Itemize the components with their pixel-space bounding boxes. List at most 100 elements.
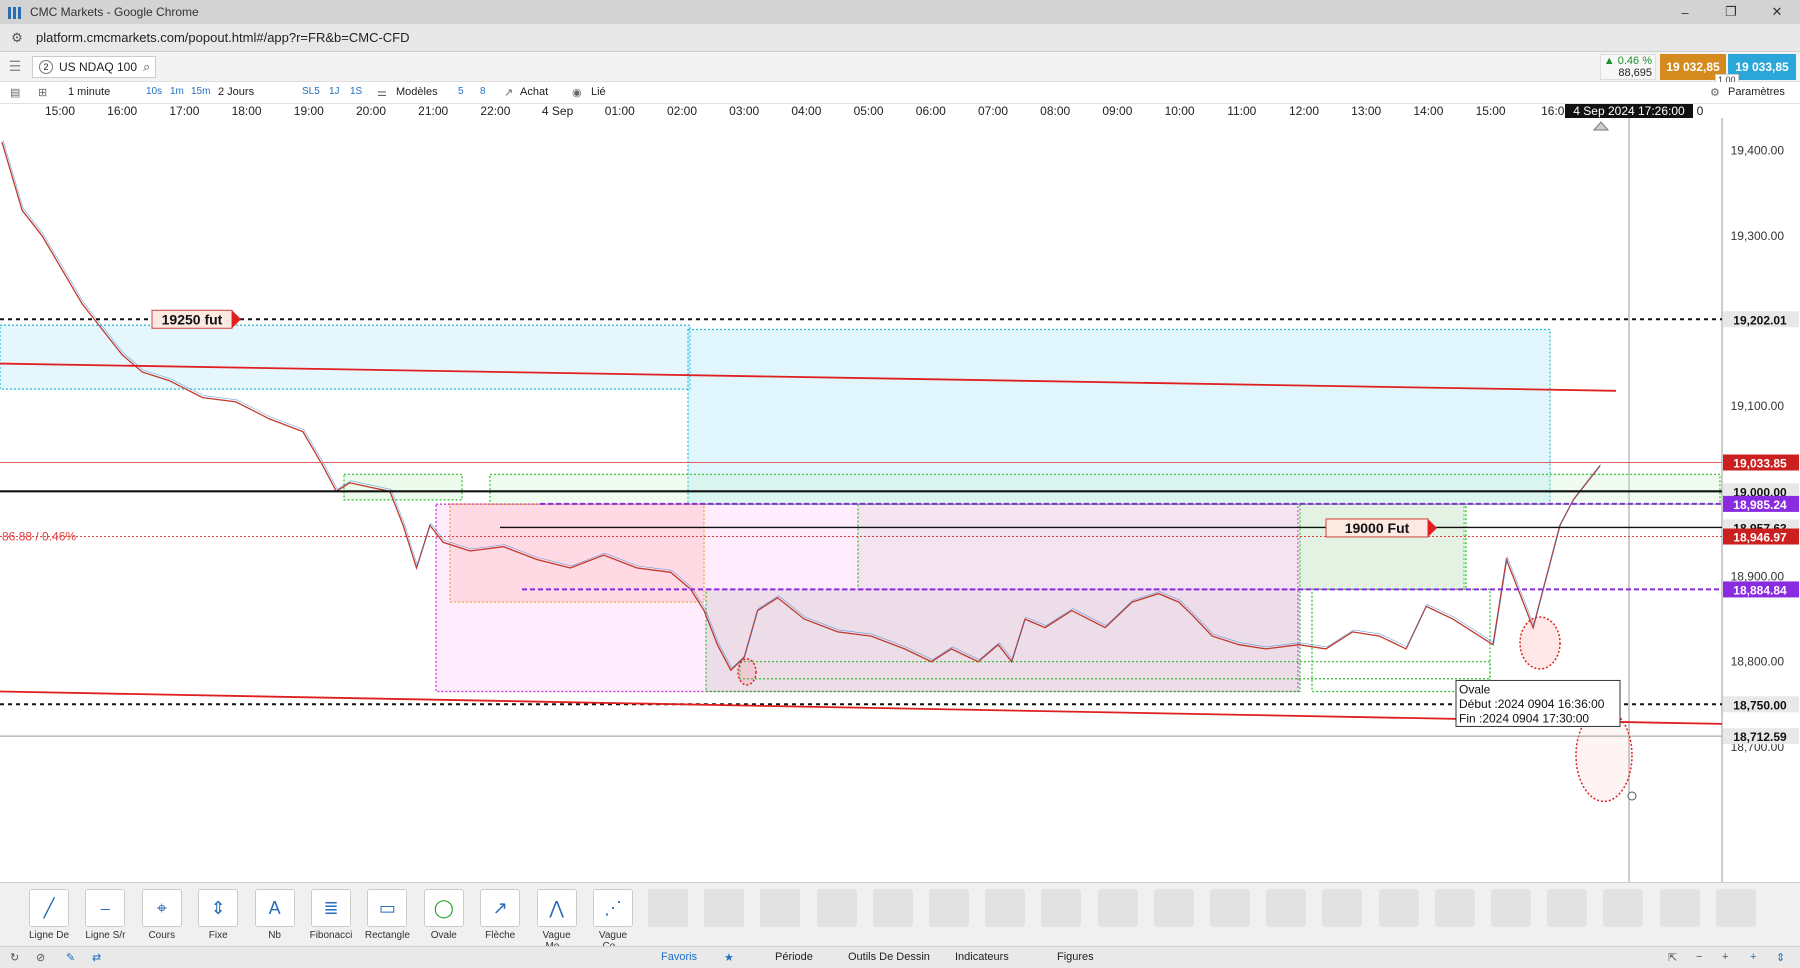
empty-tool-slot[interactable] bbox=[648, 889, 688, 927]
time-tick-label: 07:00 bbox=[978, 104, 1008, 118]
tab-outils-dessin[interactable]: Outils De Dessin bbox=[848, 951, 930, 963]
empty-tool-slot[interactable] bbox=[1659, 889, 1700, 927]
settings-icon[interactable]: ⚙ bbox=[1710, 86, 1720, 99]
tool-10[interactable]: ⋀Vague Mo... bbox=[532, 889, 582, 952]
empty-tool-slot[interactable] bbox=[1547, 889, 1588, 927]
tool-7[interactable]: ▭ Rectangle bbox=[362, 889, 412, 941]
trend-line-icon[interactable]: ╱ bbox=[29, 889, 69, 927]
empty-tool-slot[interactable] bbox=[760, 889, 801, 927]
time-tick-label: 02:00 bbox=[667, 104, 697, 118]
oval-drawing bbox=[1519, 616, 1561, 670]
empty-tool-slot[interactable] bbox=[985, 889, 1026, 927]
layout-grid-icon[interactable]: ⊞ bbox=[38, 86, 47, 99]
link-button[interactable]: Lié bbox=[591, 86, 606, 98]
sl5-button[interactable]: SL5 bbox=[302, 86, 320, 97]
minimize-button[interactable]: – bbox=[1662, 0, 1708, 24]
pan-icon[interactable]: ⇕ bbox=[1776, 951, 1785, 964]
empty-tool-slot[interactable] bbox=[1210, 889, 1250, 927]
fixed-icon[interactable]: ⇕ bbox=[198, 889, 239, 927]
range-select[interactable]: 2 Jours bbox=[218, 86, 254, 98]
interval-select[interactable]: 1 minute bbox=[68, 86, 110, 98]
empty-tool-slot[interactable] bbox=[1603, 889, 1644, 927]
tab-indicateurs[interactable]: Indicateurs bbox=[955, 951, 1009, 963]
empty-tool-slot[interactable] bbox=[1378, 889, 1419, 927]
url-text[interactable]: platform.cmcmarkets.com/popout.html#/app… bbox=[36, 30, 410, 45]
chart-list-icon[interactable]: ▤ bbox=[10, 86, 20, 99]
text-icon[interactable]: A bbox=[254, 889, 295, 927]
empty-tool-slot[interactable] bbox=[704, 889, 745, 927]
tooltip-line: Fin :2024 0904 17:30:00 bbox=[1459, 711, 1589, 725]
menu-icon[interactable]: ☰ bbox=[4, 58, 26, 76]
price-chart[interactable]: 15:00 16:00 17:00 18:00 19:00 20:00 21:00 22:00… bbox=[0, 104, 1800, 882]
count-5[interactable]: 5 bbox=[458, 86, 464, 97]
price-tag-label: 18,750.00 bbox=[1733, 698, 1787, 712]
interval-10s[interactable]: 10s bbox=[146, 86, 162, 97]
zoom-out-icon[interactable]: − bbox=[1696, 951, 1702, 963]
buy-mode-button[interactable]: Achat bbox=[520, 86, 548, 98]
tool-1[interactable]: ╱Ligne De ... bbox=[24, 889, 74, 952]
crosshair-icon[interactable]: + bbox=[1750, 951, 1756, 963]
arrow-icon[interactable]: ↗ bbox=[480, 889, 521, 927]
time-tick-label: 19:00 bbox=[294, 104, 324, 118]
chart-svg[interactable]: 15:00 16:00 17:00 18:00 19:00 20:00 21:00 22:00… bbox=[0, 104, 1800, 882]
star-icon[interactable]: ★ bbox=[724, 951, 734, 964]
time-tick-label: 01:00 bbox=[605, 104, 635, 118]
empty-tool-slot[interactable] bbox=[1266, 889, 1307, 927]
tool-5[interactable]: A Nb bbox=[250, 889, 300, 941]
site-info-icon[interactable]: ⚙ bbox=[4, 30, 30, 46]
pencil-icon[interactable]: ✎ bbox=[66, 951, 75, 964]
empty-tool-slot[interactable] bbox=[872, 889, 913, 927]
tool-label: Nb bbox=[268, 930, 281, 941]
interval-15m[interactable]: 15m bbox=[191, 86, 210, 97]
maximize-button[interactable]: ❐ bbox=[1708, 0, 1754, 24]
price-tag: 19,033.85 bbox=[1723, 454, 1799, 471]
block-icon[interactable]: ⊘ bbox=[36, 951, 45, 964]
tool-3[interactable]: ⌖ Cours bbox=[137, 889, 187, 941]
drawing-rectangle bbox=[1299, 503, 1467, 590]
instrument-tab[interactable]: 2 US NDAQ 100 ⌕ bbox=[32, 56, 156, 78]
1s-button[interactable]: 1S bbox=[350, 86, 362, 97]
fibonacci-icon[interactable]: ≣ bbox=[311, 889, 351, 927]
empty-tool-slot[interactable] bbox=[1041, 889, 1082, 927]
settings-button[interactable]: Paramètres bbox=[1728, 86, 1785, 98]
wave-icon[interactable]: ⋰ bbox=[593, 889, 633, 927]
fit-icon[interactable]: ⇱ bbox=[1668, 951, 1677, 964]
empty-tool-slot[interactable] bbox=[1434, 889, 1475, 927]
magnet-icon[interactable]: ⇄ bbox=[92, 951, 101, 964]
oval-drawing bbox=[737, 658, 757, 686]
annotation-label: 19250 fut bbox=[162, 311, 223, 327]
interval-1m[interactable]: 1m bbox=[170, 86, 184, 97]
wave-icon[interactable]: ⋀ bbox=[536, 889, 577, 927]
count-8[interactable]: 8 bbox=[480, 86, 486, 97]
empty-tool-slot[interactable] bbox=[1715, 889, 1756, 927]
tool-11[interactable]: ⋰Vague Co... bbox=[588, 889, 638, 952]
address-bar[interactable]: ⚙ platform.cmcmarkets.com/popout.html#/a… bbox=[0, 24, 1800, 52]
templates-button[interactable]: Modèles bbox=[396, 86, 438, 98]
empty-tool-slot[interactable] bbox=[816, 889, 857, 927]
search-icon[interactable]: ⌕ bbox=[143, 59, 150, 75]
empty-tool-slot[interactable] bbox=[929, 889, 969, 927]
close-button[interactable]: ✕ bbox=[1754, 0, 1800, 24]
empty-tool-slot[interactable] bbox=[1153, 889, 1194, 927]
rectangle-icon[interactable]: ▭ bbox=[367, 889, 408, 927]
tool-9[interactable]: ↗ Flèche bbox=[475, 889, 525, 941]
refresh-icon[interactable]: ↻ bbox=[10, 951, 19, 964]
tab-favoris[interactable]: Favoris bbox=[661, 951, 697, 963]
zoom-in-icon[interactable]: + bbox=[1722, 951, 1728, 963]
oval-icon[interactable]: ◯ bbox=[423, 889, 464, 927]
sr-line-icon[interactable]: ⎯ bbox=[85, 889, 126, 927]
tool-4[interactable]: ⇕ Fixe bbox=[193, 889, 243, 941]
tool-2[interactable]: ⎯ Ligne S/r bbox=[80, 889, 130, 941]
tab-periode[interactable]: Période bbox=[775, 951, 813, 963]
empty-tool-slot[interactable] bbox=[1097, 889, 1138, 927]
change-pts: 88,695 bbox=[1618, 67, 1652, 79]
price-tag-label: 18,712.59 bbox=[1733, 730, 1787, 744]
tool-8[interactable]: ◯ Ovale bbox=[419, 889, 469, 941]
chart-toolbar: ▤ ⊞ 1 minute 10s 1m 15m 2 Jours SL5 1J 1… bbox=[0, 82, 1800, 104]
empty-tool-slot[interactable] bbox=[1491, 889, 1531, 927]
tool-6[interactable]: ≣ Fibonacci bbox=[306, 889, 356, 941]
price-icon[interactable]: ⌖ bbox=[141, 889, 182, 927]
empty-tool-slot[interactable] bbox=[1322, 889, 1363, 927]
1j-button[interactable]: 1J bbox=[329, 86, 340, 97]
tab-figures[interactable]: Figures bbox=[1057, 951, 1094, 963]
